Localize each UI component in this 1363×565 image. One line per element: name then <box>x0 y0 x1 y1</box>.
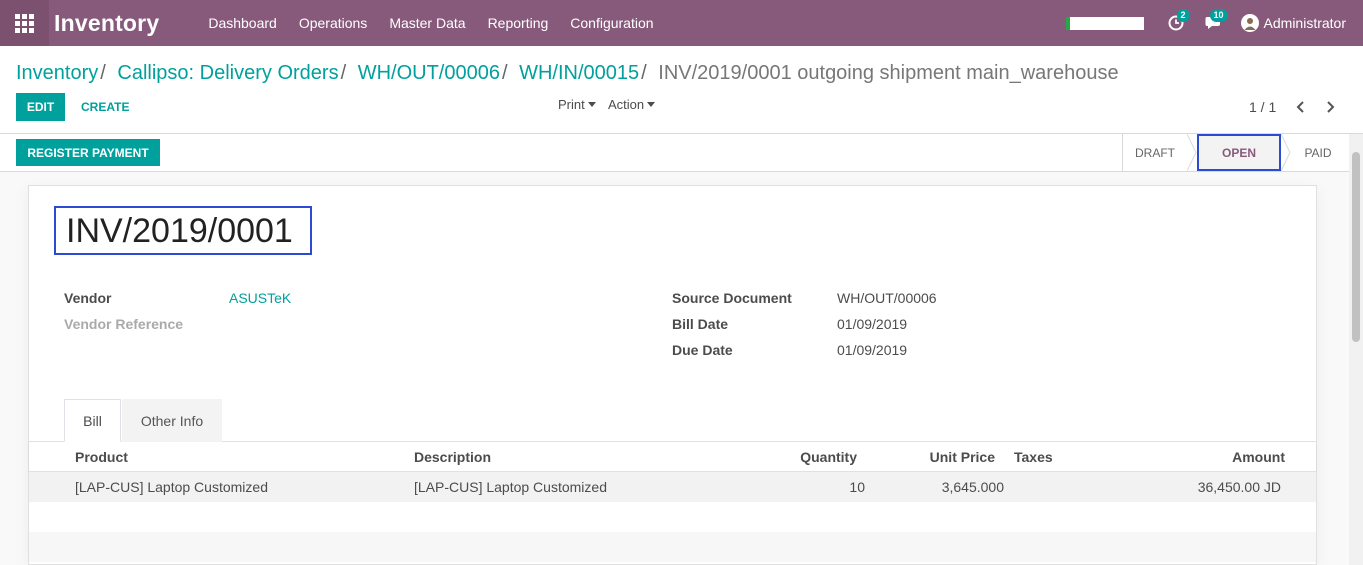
tab-bill[interactable]: Bill <box>64 399 121 442</box>
main-menu: Dashboard Operations Master Data Reporti… <box>197 0 664 46</box>
menu-item-operations[interactable]: Operations <box>288 0 378 46</box>
bill-date-value: 01/09/2019 <box>837 316 908 332</box>
breadcrumb-separator: / <box>340 62 347 84</box>
source-document-value: WH/OUT/00006 <box>837 290 937 306</box>
breadcrumb-current: INV/2019/0001 outgoing shipment main_war… <box>658 62 1119 84</box>
column-unit-price[interactable]: Unit Price <box>930 449 995 465</box>
due-date-value: 01/09/2019 <box>837 342 908 358</box>
action-dropdown[interactable]: Action <box>608 97 656 112</box>
apps-grid-icon <box>15 13 34 33</box>
print-label: Print <box>558 97 585 112</box>
stage-arrow-icon <box>1187 134 1197 171</box>
bill-date-label: Bill Date <box>672 316 729 332</box>
breadcrumb-item-delivery-orders[interactable]: Callipso: Delivery Orders <box>117 62 338 84</box>
vendor-label: Vendor <box>64 290 112 306</box>
cell-quantity: 10 <box>849 479 865 495</box>
register-payment-button[interactable]: REGISTER PAYMENT <box>16 139 160 166</box>
table-row-empty <box>29 532 1316 562</box>
edit-button[interactable]: EDIT <box>16 93 65 121</box>
activity-button[interactable]: 2 <box>1161 0 1191 46</box>
title-highlight: INV/2019/0001 <box>54 206 312 255</box>
form-sheet: INV/2019/0001 Vendor ASUSTeK Vendor Refe… <box>28 185 1317 565</box>
vendor-reference-label: Vendor Reference <box>64 316 184 332</box>
due-date-label: Due Date <box>672 342 733 358</box>
caret-down-icon <box>587 102 596 107</box>
table-row[interactable]: [LAP-CUS] Laptop Customized [LAP-CUS] La… <box>29 472 1316 502</box>
create-button[interactable]: CREATE <box>81 100 129 114</box>
breadcrumb-separator: / <box>641 62 647 84</box>
pager-value[interactable]: 1 / 1 <box>1249 99 1276 115</box>
breadcrumb-separator: / <box>501 62 508 84</box>
activity-count-badge: 2 <box>1176 9 1190 22</box>
breadcrumb-item-wh-out[interactable]: WH/OUT/00006 <box>358 62 500 84</box>
loading-progress-bar <box>1065 16 1144 30</box>
stage-paid[interactable]: PAID <box>1291 134 1345 171</box>
user-menu[interactable]: Administrator <box>1240 14 1346 32</box>
top-navbar: Inventory Dashboard Operations Master Da… <box>0 0 1363 46</box>
menu-item-configuration[interactable]: Configuration <box>559 0 664 46</box>
stage-open[interactable]: OPEN <box>1197 134 1281 171</box>
cell-description: [LAP-CUS] Laptop Customized <box>414 479 607 495</box>
breadcrumb-item-wh-in[interactable]: WH/IN/00015 <box>519 62 639 84</box>
messages-button[interactable]: 10 <box>1199 0 1229 46</box>
column-quantity[interactable]: Quantity <box>800 449 857 465</box>
avatar <box>1240 14 1259 32</box>
scrollbar-thumb[interactable] <box>1352 152 1360 342</box>
breadcrumb-item-inventory[interactable]: Inventory <box>16 62 98 84</box>
print-dropdown[interactable]: Print <box>558 97 596 112</box>
page-scrollbar[interactable] <box>1349 134 1363 565</box>
cell-unit-price: 3,645.000 <box>941 479 1004 495</box>
pager-next-button[interactable] <box>1320 96 1340 118</box>
chevron-left-icon <box>1296 101 1304 113</box>
status-stages: DRAFT OPEN PAID <box>1122 134 1345 171</box>
chevron-right-icon <box>1327 101 1335 113</box>
stage-draft[interactable]: DRAFT <box>1123 134 1187 171</box>
column-amount[interactable]: Amount <box>1232 449 1285 465</box>
action-label: Action <box>608 97 645 112</box>
tab-other-info[interactable]: Other Info <box>122 399 222 442</box>
menu-item-master-data[interactable]: Master Data <box>378 0 476 46</box>
cell-amount: 36,450.00 JD <box>1197 479 1281 495</box>
app-name[interactable]: Inventory <box>54 10 159 37</box>
user-avatar-icon <box>1244 18 1256 30</box>
source-document-label: Source Document <box>672 290 792 306</box>
menu-item-reporting[interactable]: Reporting <box>477 0 560 46</box>
vendor-link[interactable]: ASUSTeK <box>229 290 291 306</box>
breadcrumb-separator: / <box>100 62 106 84</box>
column-taxes[interactable]: Taxes <box>1014 449 1053 465</box>
apps-menu-button[interactable] <box>0 0 49 46</box>
caret-down-icon <box>647 102 656 107</box>
form-statusbar: REGISTER PAYMENT DRAFT OPEN PAID <box>0 134 1363 172</box>
invoice-lines-header: Product Description Quantity Unit Price … <box>29 442 1316 472</box>
table-row-empty <box>29 502 1316 532</box>
cell-product: [LAP-CUS] Laptop Customized <box>75 479 268 495</box>
navbar-systray: 2 10 Administrator <box>1065 0 1363 46</box>
column-description[interactable]: Description <box>414 449 491 465</box>
column-product[interactable]: Product <box>75 449 128 465</box>
record-title: INV/2019/0001 <box>66 212 293 250</box>
stage-arrow-icon <box>1281 134 1291 171</box>
messages-count-badge: 10 <box>1209 9 1228 22</box>
pager-previous-button[interactable] <box>1291 96 1311 118</box>
user-name: Administrator <box>1263 15 1346 31</box>
breadcrumb: Inventory / Callipso: Delivery Orders / WH… <box>16 62 1119 85</box>
menu-item-dashboard[interactable]: Dashboard <box>197 0 288 46</box>
